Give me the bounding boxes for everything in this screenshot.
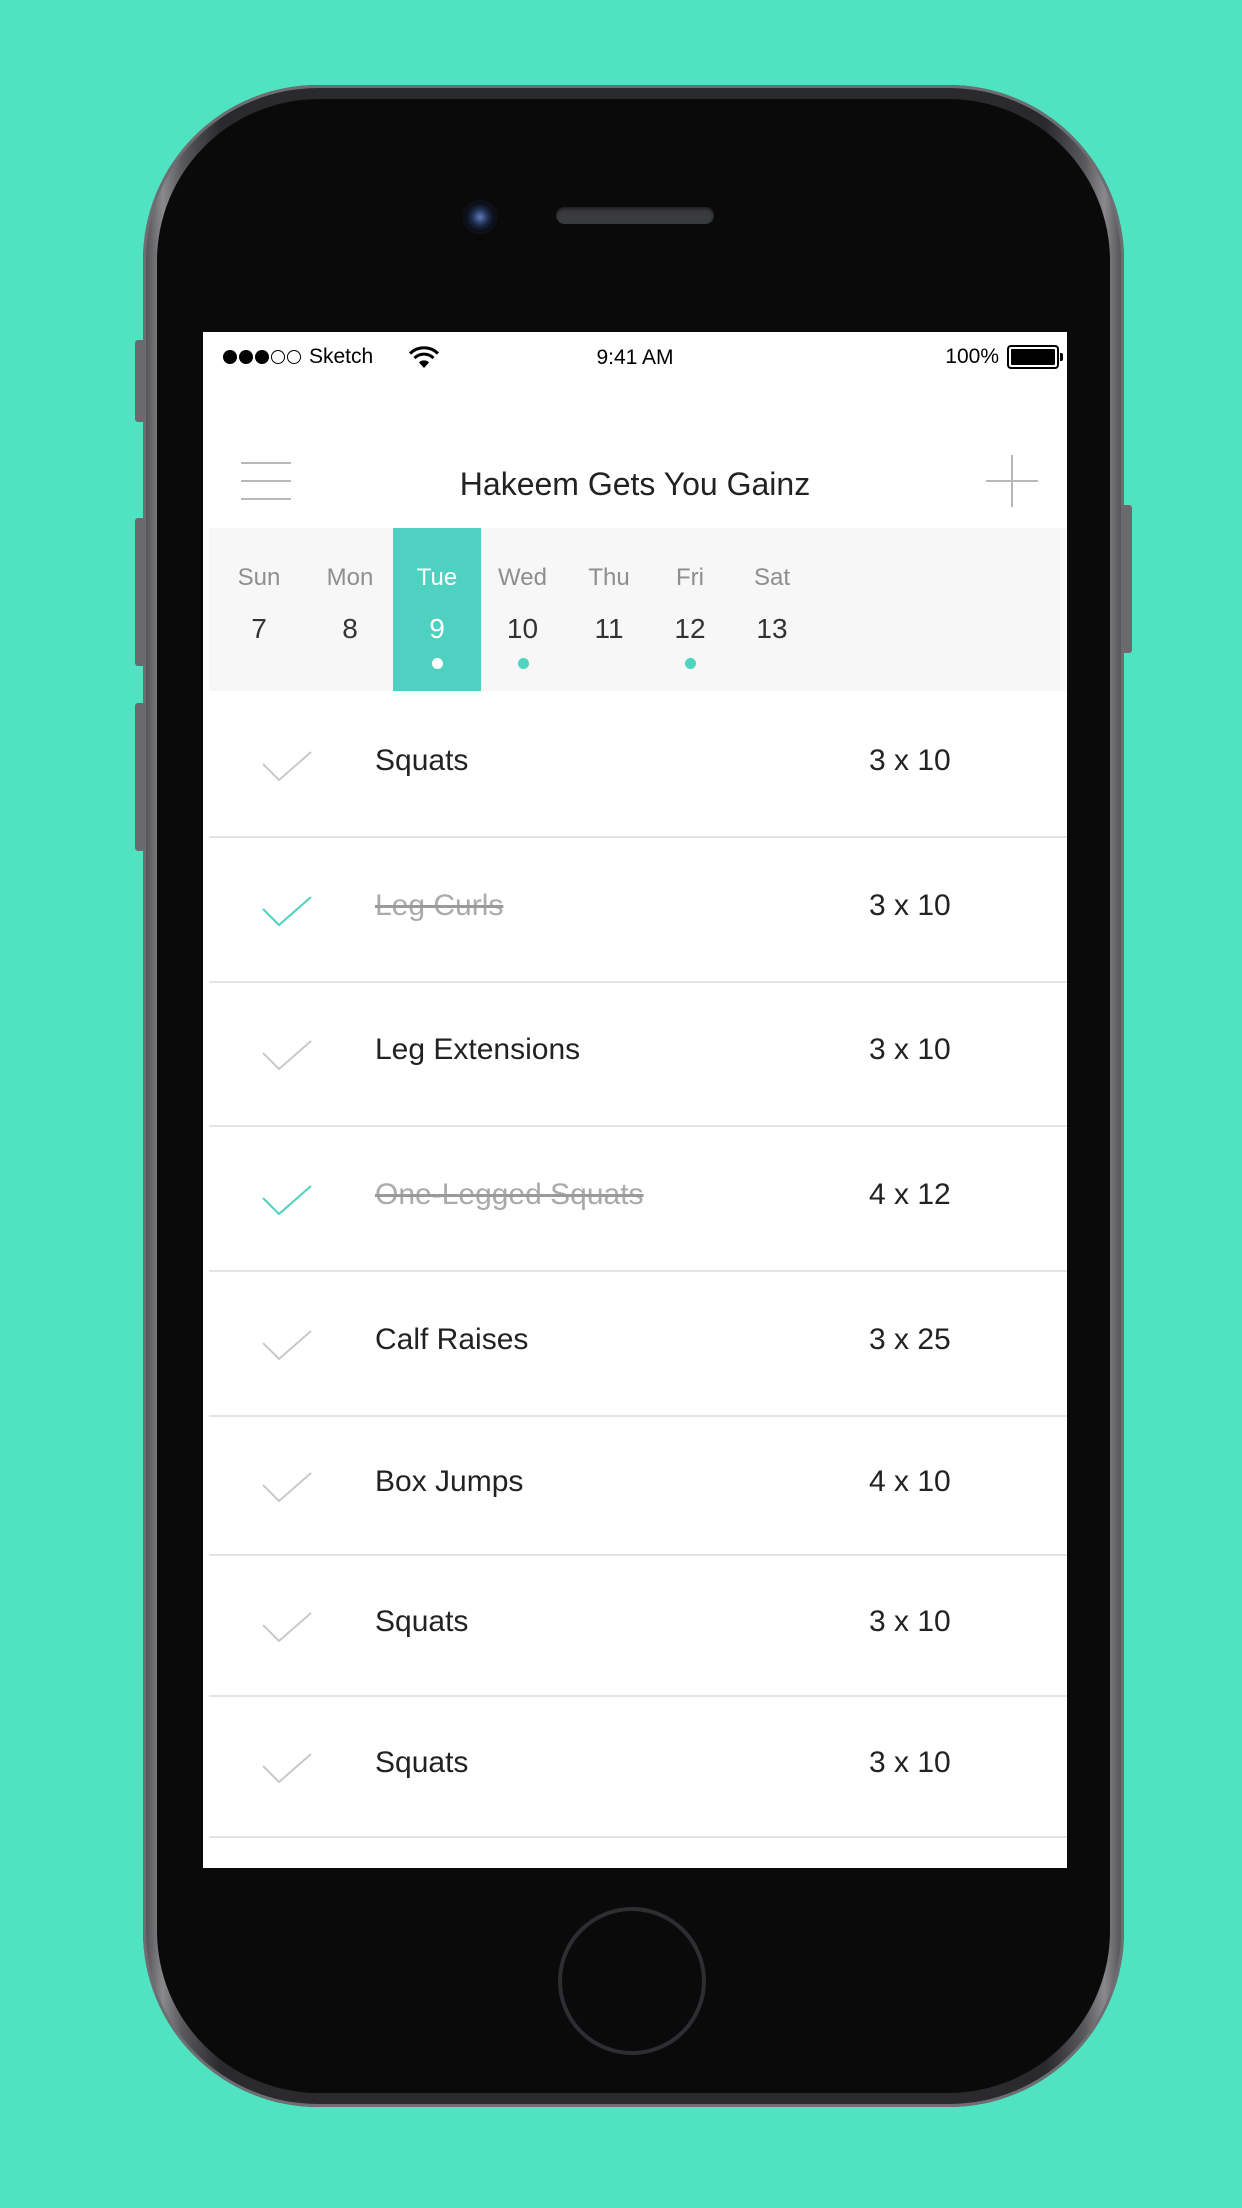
checkmark-icon[interactable] bbox=[261, 1329, 313, 1361]
day-fri[interactable]: Fri 12 bbox=[652, 528, 728, 691]
checkmark-icon[interactable] bbox=[261, 1611, 313, 1643]
battery-info: 100% bbox=[945, 345, 1063, 369]
exercise-name: Leg Extensions bbox=[375, 1033, 581, 1066]
day-number: 8 bbox=[342, 613, 358, 644]
app-screen: Sketch 9:41 AM 100% Hakeem Gets You Gain… bbox=[203, 332, 1067, 1868]
home-button[interactable] bbox=[558, 1907, 706, 2055]
checkmark-icon[interactable] bbox=[261, 750, 313, 782]
exercise-sets-reps: 4 x 12 bbox=[869, 1177, 951, 1211]
exercise-name: Squats bbox=[375, 1745, 469, 1779]
exercise-sets-reps: 3 x 10 bbox=[869, 743, 951, 777]
checkmark-done-icon[interactable] bbox=[261, 1184, 313, 1216]
exercise-name: Calf Raises bbox=[375, 1322, 529, 1356]
exercise-sets-reps: 3 x 10 bbox=[869, 1745, 951, 1779]
day-number: 13 bbox=[756, 613, 788, 644]
exercise-row[interactable]: Squats 3 x 10 bbox=[209, 1554, 1067, 1697]
clock: 9:41 AM bbox=[596, 346, 674, 369]
volume-up-button bbox=[135, 518, 145, 666]
event-indicator-dot bbox=[517, 658, 529, 669]
exercise-name: Leg Curls bbox=[375, 888, 504, 922]
page-title: Hakeem Gets You Gainz bbox=[459, 466, 811, 502]
checkmark-icon[interactable] bbox=[261, 1039, 313, 1071]
day-name: Thu bbox=[588, 564, 630, 591]
day-name: Sun bbox=[237, 564, 281, 591]
exercise-row[interactable]: Leg Curls 3 x 10 bbox=[209, 836, 1067, 983]
day-number: 11 bbox=[594, 613, 624, 644]
exercise-row[interactable]: One-Legged Squats 4 x 12 bbox=[209, 1125, 1067, 1272]
exercise-row[interactable]: Box Jumps 4 x 10 bbox=[209, 1415, 1067, 1556]
exercise-name: Box Jumps bbox=[375, 1464, 524, 1498]
exercise-name: One-Legged Squats bbox=[375, 1177, 644, 1211]
battery-percent: 100% bbox=[945, 345, 999, 368]
day-name: Mon bbox=[326, 564, 374, 591]
event-indicator-dot bbox=[432, 658, 443, 669]
battery-icon bbox=[1007, 345, 1063, 369]
week-day-picker: Sun 7 Mon 8 Tue 9 Wed 10 Thu 11 Fri 12 Sat 13 bbox=[209, 528, 1067, 691]
mute-switch bbox=[135, 340, 145, 422]
day-wed[interactable]: Wed 10 bbox=[479, 528, 566, 691]
day-number: 9 bbox=[429, 613, 445, 644]
day-name: Fri bbox=[676, 564, 704, 591]
exercise-name: Squats bbox=[375, 1604, 469, 1638]
exercise-sets-reps: 3 x 25 bbox=[869, 1322, 951, 1356]
exercise-sets-reps: 3 x 10 bbox=[869, 1033, 951, 1066]
exercise-row[interactable]: Calf Raises 3 x 25 bbox=[209, 1270, 1067, 1417]
day-name: Tue bbox=[416, 564, 458, 591]
exercise-row[interactable]: Squats 3 x 10 bbox=[209, 1695, 1067, 1838]
event-indicator-dot bbox=[685, 658, 696, 669]
exercise-sets-reps: 3 x 10 bbox=[869, 888, 951, 922]
day-mon[interactable]: Mon 8 bbox=[297, 528, 403, 691]
exercise-sets-reps: 4 x 10 bbox=[869, 1464, 951, 1498]
day-number: 12 bbox=[674, 613, 706, 644]
exercise-sets-reps: 3 x 10 bbox=[869, 1604, 951, 1638]
add-exercise-icon[interactable] bbox=[986, 455, 1038, 507]
day-tue[interactable]: Tue 9 bbox=[393, 528, 481, 691]
volume-down-button bbox=[135, 703, 145, 851]
earpiece-speaker bbox=[556, 207, 714, 224]
day-sun[interactable]: Sun 7 bbox=[209, 528, 309, 691]
day-sat[interactable]: Sat 13 bbox=[728, 528, 816, 691]
day-name: Sat bbox=[753, 564, 791, 591]
exercise-row[interactable]: Leg Extensions 3 x 10 bbox=[209, 981, 1067, 1127]
status-bar: Sketch 9:41 AM 100% bbox=[203, 332, 1067, 388]
navigation-bar: Hakeem Gets You Gainz bbox=[203, 442, 1067, 542]
exercise-row[interactable]: Squats 3 x 10 bbox=[209, 691, 1067, 838]
power-button bbox=[1122, 505, 1132, 653]
checkmark-done-icon[interactable] bbox=[261, 895, 313, 927]
exercise-name: Squats bbox=[375, 743, 469, 777]
front-camera bbox=[463, 200, 497, 234]
day-number: 7 bbox=[251, 613, 267, 644]
day-thu[interactable]: Thu 11 bbox=[566, 528, 652, 691]
day-name: Wed bbox=[498, 564, 547, 591]
checkmark-icon[interactable] bbox=[261, 1471, 313, 1503]
day-number: 10 bbox=[506, 613, 539, 644]
checkmark-icon[interactable] bbox=[261, 1752, 313, 1784]
